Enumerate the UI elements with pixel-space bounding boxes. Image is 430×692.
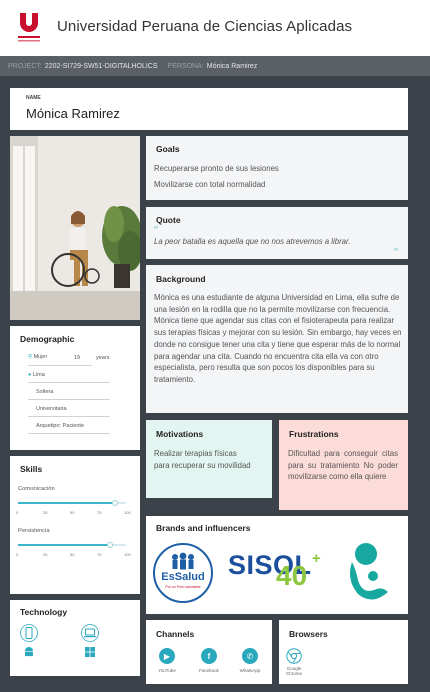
skill-tick-label: 0 (16, 510, 19, 515)
essalud-logo: EsSalud Por un Perú saludable (153, 543, 213, 603)
skill-tick-label: 100 (124, 552, 131, 557)
quote-card: Quote “ La peor batalla es aquella que n… (146, 207, 408, 259)
persona-value: Mónica Ramirez (206, 62, 258, 70)
skill-slider-fill (18, 502, 116, 504)
channels-card: Channels ▶ YouTube f Facebook ✆ WhatsApp (146, 620, 272, 684)
background-text: Mónica es una estudiante de alguna Unive… (154, 293, 402, 384)
demographic-title: Demographic (20, 334, 75, 344)
background-title: Background (156, 274, 206, 284)
skill-tick-label: 75 (97, 552, 102, 557)
technology-card: Technology (10, 600, 140, 676)
frustrations-text: Dificultad para conseguir citas para su … (288, 449, 398, 481)
facebook-icon[interactable]: f (201, 648, 217, 664)
name-card: NAME Mónica Ramirez (10, 88, 408, 130)
channel-label: YouTube (158, 668, 176, 673)
motivations-card: Motivations Realizar terapias físicas pa… (146, 420, 272, 498)
sisol-number: 40 (276, 560, 308, 591)
browser-label: Google Chrome (285, 666, 302, 676)
skill-tick-label: 0 (16, 552, 19, 557)
skill-label: Persistencia (18, 528, 50, 534)
location-row: ● Lima (28, 372, 45, 378)
goal-item: Movilizarse con total normalidad (154, 180, 266, 189)
top-header: Universidad Peruana de Ciencias Aplicada… (0, 0, 430, 56)
skill-label: Comunicación (18, 486, 55, 492)
background-card: Background Mónica es una estudiante de a… (146, 265, 408, 413)
essalud-tagline: Por un Perú saludable (165, 585, 201, 589)
channels-title: Channels (156, 629, 195, 639)
persona-name: Mónica Ramirez (26, 106, 120, 121)
frustrations-title: Frustrations (289, 429, 339, 439)
upc-logo (18, 13, 40, 42)
motivations-title: Motivations (156, 429, 204, 439)
age-value: 19 (74, 355, 81, 361)
windows-icon (85, 647, 95, 657)
goals-title: Goals (156, 144, 180, 154)
skill-slider-handle[interactable] (106, 542, 113, 548)
sisol-plus-icon: + (312, 550, 321, 567)
goals-card: Goals Recuperarse pronto de sus lesiones… (146, 136, 408, 200)
education-value: Universitaria (36, 406, 67, 412)
sisol-logo: SISOL 40 + (228, 550, 328, 600)
close-quote-icon: ” (393, 246, 399, 259)
skill-tick-label: 50 (70, 552, 75, 557)
skill-tick-label: 25 (43, 510, 48, 515)
project-bar: PROJECT: 2202-SI729-SW51-DIGITALHOLICS P… (0, 56, 430, 76)
goal-item: Recuperarse pronto de sus lesiones (154, 164, 279, 173)
skill-tick-label: 25 (43, 552, 48, 557)
frustrations-card: Frustrations Dificultad para conseguir c… (279, 420, 408, 510)
university-title: Universidad Peruana de Ciencias Aplicada… (57, 18, 353, 35)
skill-slider-handle[interactable] (112, 500, 119, 506)
motivations-text: Realizar terapias físicas para recuperar… (154, 449, 251, 470)
skill-tick-label: 75 (97, 510, 102, 515)
browsers-title: Browsers (289, 629, 328, 639)
skills-title: Skills (20, 464, 43, 474)
channel-label: WhatsApp (239, 668, 261, 673)
persona-label: PERSONA: (167, 62, 204, 70)
laptop-icon (81, 624, 99, 642)
status-value: Soltera (36, 389, 54, 395)
age-unit: years (96, 355, 110, 361)
skills-card: Skills Comunicación 0 25 50 75 100 Persistenci… (10, 456, 140, 594)
archetype-value: Arquetipo: Paciente (36, 423, 85, 429)
project-value: 2202-SI729-SW51-DIGITALHOLICS (44, 62, 158, 70)
name-label: NAME (26, 95, 41, 101)
youtube-icon[interactable]: ▶ (159, 648, 175, 664)
persona-photo (10, 136, 140, 320)
mobile-icon (20, 624, 38, 642)
mother-baby-logo (350, 543, 388, 600)
skill-tick-label: 100 (124, 510, 131, 515)
channel-label: Facebook (199, 668, 219, 673)
whatsapp-icon[interactable]: ✆ (242, 648, 258, 664)
skill-tick-label: 50 (70, 510, 75, 515)
brands-card: Brands and influencers EsSalud Por un Pe… (146, 516, 408, 614)
quote-title: Quote (156, 215, 181, 225)
android-icon (25, 647, 33, 657)
location-value: Lima (32, 372, 45, 378)
quote-text: La peor batalla es aquella que no nos at… (154, 237, 351, 246)
gender-row: ⚲ Mujer (28, 354, 47, 360)
technology-title: Technology (20, 607, 68, 617)
demographic-card: Demographic ⚲ Mujer 19 years ● Lima Solt… (10, 326, 140, 450)
persona-photo-image (10, 136, 140, 320)
brands-title: Brands and influencers (156, 523, 251, 533)
essalud-name: EsSalud (161, 571, 205, 583)
search-icon: ⚲ (28, 354, 33, 360)
gender-value: Mujer (33, 354, 48, 360)
skill-slider-fill (18, 544, 110, 546)
browsers-card: Browsers Google Chrome (279, 620, 408, 684)
location-pin-icon: ● (28, 372, 32, 378)
project-label: PROJECT: (8, 62, 42, 70)
chrome-icon[interactable] (286, 648, 302, 664)
